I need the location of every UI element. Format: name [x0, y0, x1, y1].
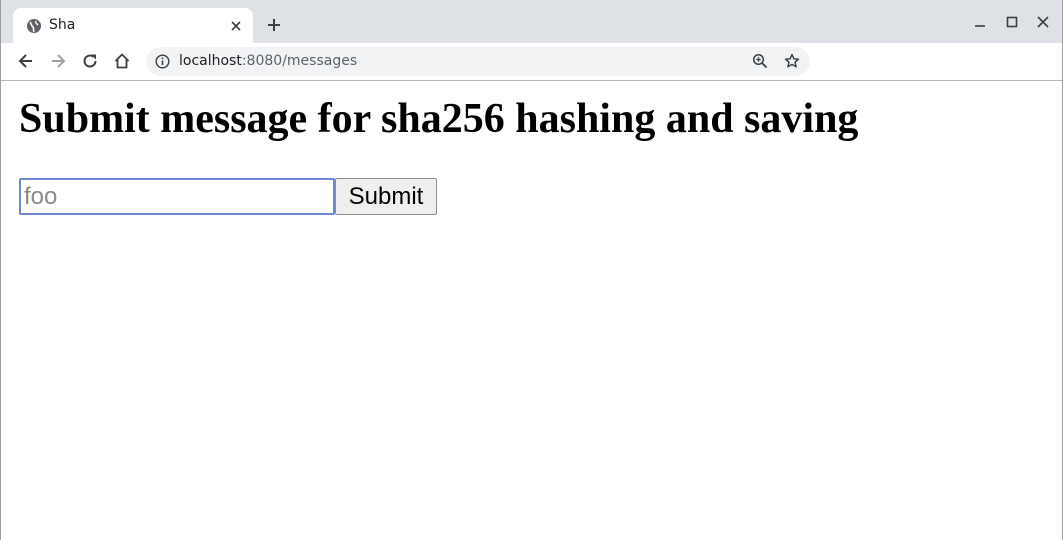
forward-arrow-icon[interactable]: [49, 52, 67, 70]
tab-strip: Sha: [1, 0, 1062, 43]
message-form: Submit: [19, 178, 437, 215]
browser-window: Sha localhost:8080/messages Submit messa…: [0, 0, 1063, 540]
home-icon[interactable]: [113, 52, 131, 70]
page-content: Submit message for sha256 hashing and sa…: [2, 81, 1062, 540]
url-host: localhost: [179, 53, 242, 69]
close-tab-icon[interactable]: [229, 19, 243, 33]
maximize-icon[interactable]: [1004, 14, 1020, 30]
minimize-icon[interactable]: [972, 14, 988, 30]
back-arrow-icon[interactable]: [17, 52, 35, 70]
tab-title: Sha: [49, 17, 76, 33]
url-path: :8080/messages: [241, 53, 358, 69]
bookmark-star-icon[interactable]: [784, 53, 800, 69]
toolbar: localhost:8080/messages: [1, 43, 1062, 81]
info-icon[interactable]: [155, 54, 170, 69]
new-tab-icon[interactable]: [266, 17, 282, 33]
message-input[interactable]: [19, 178, 335, 215]
globe-icon: [27, 19, 41, 33]
submit-button[interactable]: Submit: [335, 178, 437, 215]
page-heading: Submit message for sha256 hashing and sa…: [19, 96, 859, 142]
tab-sha[interactable]: Sha: [13, 8, 253, 43]
reload-icon[interactable]: [81, 52, 99, 70]
close-window-icon[interactable]: [1035, 14, 1051, 30]
url-text[interactable]: localhost:8080/messages: [179, 53, 357, 69]
address-bar[interactable]: localhost:8080/messages: [146, 47, 810, 76]
zoom-icon[interactable]: [752, 53, 768, 69]
